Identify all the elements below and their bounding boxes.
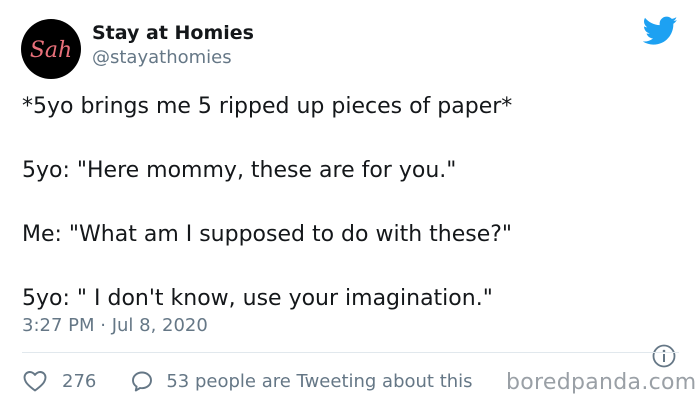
tweet-line: *5yo brings me 5 ripped up pieces of pap…	[22, 94, 513, 119]
heart-icon[interactable]	[22, 369, 48, 393]
tweet-actions: 276 53 people are Tweeting about this	[22, 364, 473, 398]
like-count[interactable]: 276	[62, 371, 96, 392]
speech-bubble-icon[interactable]	[130, 369, 154, 393]
info-icon[interactable]	[651, 343, 677, 369]
twitter-bird-icon[interactable]	[643, 16, 678, 46]
tweet-line: 5yo: "Here mommy, these are for you."	[22, 158, 457, 183]
avatar[interactable]: Sah	[21, 19, 81, 79]
tweet-line: Me: "What am I supposed to do with these…	[22, 222, 513, 247]
tweet-line: 5yo: " I don't know, use your imaginatio…	[22, 286, 493, 311]
display-name[interactable]: Stay at Homies	[92, 22, 254, 44]
conversation-link[interactable]: 53 people are Tweeting about this	[166, 371, 472, 392]
timestamp[interactable]: 3:27 PM · Jul 8, 2020	[22, 315, 208, 336]
divider	[22, 352, 679, 353]
tweet-text: *5yo brings me 5 ripped up pieces of pap…	[22, 92, 682, 348]
user-handle[interactable]: @stayathomies	[92, 47, 232, 68]
avatar-text: Sah	[30, 38, 72, 63]
avatar-logo: Sah	[30, 38, 72, 63]
watermark: boredpanda.com	[506, 370, 697, 395]
